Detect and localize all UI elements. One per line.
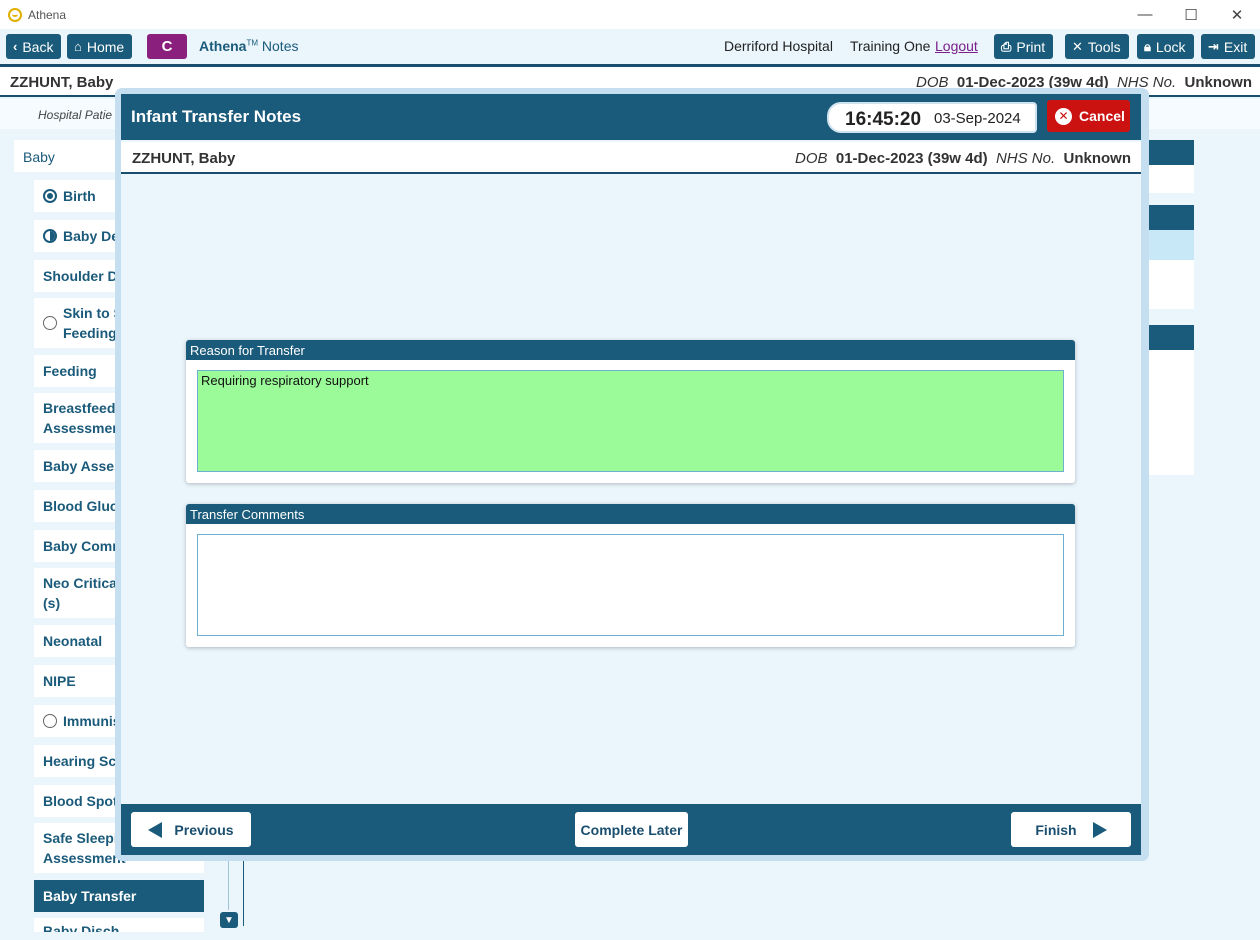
empty-radio-icon: [43, 714, 57, 728]
scroll-down-icon[interactable]: ▼: [220, 912, 238, 928]
triangle-right-icon: [1092, 821, 1107, 838]
clock-display: 16:45:20 03-Sep-2024: [827, 102, 1037, 133]
lock-icon: 🔒︎: [1144, 38, 1151, 54]
print-button[interactable]: ⎙ Print: [994, 34, 1054, 59]
exit-button[interactable]: ⇥ Exit: [1201, 34, 1256, 59]
sidebar-item-baby-discharge[interactable]: Baby Disch: [34, 918, 204, 932]
back-button[interactable]: ‹ Back: [6, 34, 62, 59]
user-name: Training One: [850, 38, 931, 54]
minimize-button[interactable]: —: [1122, 0, 1168, 29]
clock-time: 16:45:20: [845, 109, 922, 130]
timeline-line: [243, 860, 244, 926]
infant-transfer-modal: Infant Transfer Notes 16:45:20 03-Sep-20…: [115, 88, 1149, 861]
exit-icon: ⇥: [1208, 38, 1219, 54]
close-circle-icon: ✕: [1055, 107, 1072, 125]
modal-footer: Previous Complete Later Finish: [121, 804, 1141, 855]
empty-radio-icon: [43, 316, 57, 330]
window-titlebar: Athena — ☐ ✕: [0, 0, 1260, 29]
app-name: AthenaTM Notes: [199, 38, 299, 54]
modal-patient-banner: ZZHUNT, Baby DOB 01-Dec-2023 (39w 4d) NH…: [121, 142, 1141, 174]
reason-for-transfer-panel: Reason for Transfer: [186, 340, 1075, 483]
close-window-button[interactable]: ✕: [1214, 0, 1260, 29]
reason-for-transfer-input[interactable]: [197, 370, 1064, 472]
finish-button[interactable]: Finish: [1011, 812, 1131, 847]
main-toolbar: ‹ Back ⌂ Home C AthenaTM Notes Derriford…: [0, 29, 1260, 64]
reason-header: Reason for Transfer: [186, 340, 1075, 360]
maximize-button[interactable]: ☐: [1168, 0, 1214, 29]
sidebar-item-baby-transfer[interactable]: Baby Transfer: [34, 880, 204, 912]
tools-button[interactable]: ✕ Tools: [1065, 34, 1129, 59]
complete-later-button[interactable]: Complete Later: [575, 812, 688, 847]
chevron-left-icon: ‹: [13, 39, 18, 54]
home-icon: ⌂: [74, 39, 82, 54]
window-title: Athena: [28, 7, 67, 22]
timeline-line: [228, 860, 229, 910]
patient-name: ZZHUNT, Baby: [10, 74, 114, 91]
printer-icon: ⎙: [1001, 38, 1012, 54]
triangle-left-icon: [148, 821, 163, 838]
home-button[interactable]: ⌂ Home: [67, 34, 133, 59]
modal-title: Infant Transfer Notes: [131, 107, 302, 126]
c-badge-button[interactable]: C: [147, 34, 187, 59]
partial-radio-icon: [43, 229, 57, 243]
comments-header: Transfer Comments: [186, 504, 1075, 524]
transfer-comments-panel: Transfer Comments: [186, 504, 1075, 647]
transfer-comments-input[interactable]: [197, 534, 1064, 636]
patient-name: ZZHUNT, Baby: [132, 150, 236, 167]
modal-header: Infant Transfer Notes 16:45:20 03-Sep-20…: [121, 94, 1141, 140]
hospital-name: Derriford Hospital: [724, 38, 833, 54]
cancel-button[interactable]: ✕ Cancel: [1047, 100, 1130, 132]
clock-date: 03-Sep-2024: [934, 110, 1021, 127]
patient-details: DOB 01-Dec-2023 (39w 4d) NHS No. Unknown: [795, 150, 1131, 167]
lock-button[interactable]: 🔒︎ Lock: [1137, 34, 1194, 59]
logout-link[interactable]: Logout: [935, 38, 978, 54]
tools-icon: ✕: [1072, 38, 1083, 54]
athena-logo-icon: [8, 7, 22, 22]
complete-radio-icon: [43, 189, 57, 203]
previous-button[interactable]: Previous: [131, 812, 251, 847]
